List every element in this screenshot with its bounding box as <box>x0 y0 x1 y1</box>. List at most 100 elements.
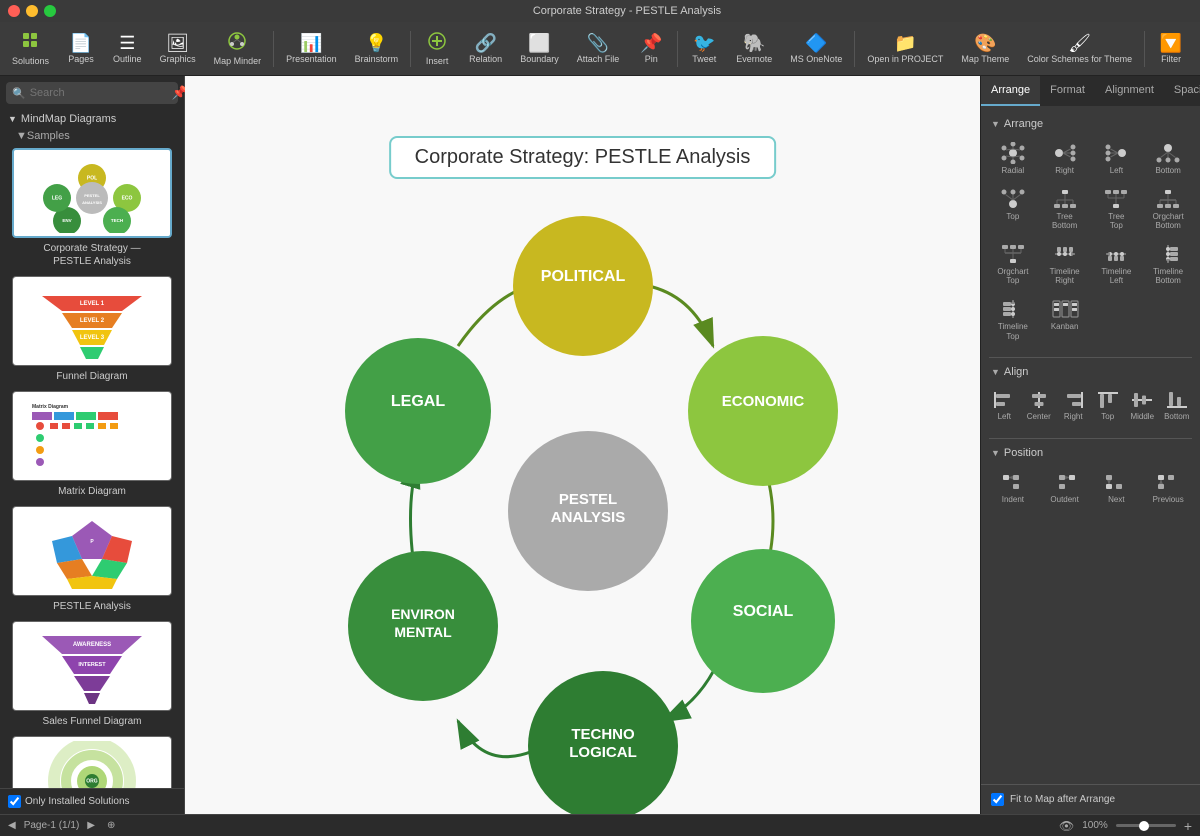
attach-file-icon: 📎 <box>587 34 609 52</box>
arrange-timeline-bottom[interactable]: TimelineBottom <box>1144 239 1192 290</box>
tool-relation[interactable]: 🔗 Relation <box>461 25 510 73</box>
position-section-header[interactable]: ▼ Position <box>981 443 1200 463</box>
tool-evernote[interactable]: 🐘 Evernote <box>728 25 780 73</box>
tab-spacing[interactable]: Spacing <box>1164 76 1200 106</box>
position-next[interactable]: Next <box>1093 467 1141 509</box>
thumb-pestle-preview: P <box>12 506 172 596</box>
arrange-left[interactable]: Left <box>1093 138 1141 180</box>
arrange-right[interactable]: Right <box>1041 138 1089 180</box>
panel-divider-1 <box>989 357 1192 358</box>
arrange-tree-top[interactable]: TreeTop <box>1093 184 1141 235</box>
sidebar-item-pestle-analysis[interactable]: P PESTLE Analysis <box>4 502 180 617</box>
tab-format[interactable]: Format <box>1040 76 1095 106</box>
statusbar: ◀ Page-1 (1/1) ▶ ⊕ 👁 100% + <box>0 814 1200 836</box>
diagram-svg: POLITICAL ECONOMIC SOCIAL TECHNO LOGICAL… <box>263 191 903 814</box>
zoom-slider[interactable] <box>1116 824 1176 827</box>
tool-pin[interactable]: 📌 Pin <box>629 25 673 73</box>
align-section: ▼ Align Left <box>981 362 1200 430</box>
page-prev-button[interactable]: ◀ <box>8 820 16 831</box>
position-indent[interactable]: Indent <box>989 467 1037 509</box>
tool-presentation[interactable]: 📊 Presentation <box>278 25 345 73</box>
arrange-tree-bottom[interactable]: TreeBottom <box>1041 184 1089 235</box>
align-bottom[interactable]: Bottom <box>1162 386 1193 426</box>
arrange-bottom-icon <box>1154 142 1182 164</box>
tool-boundary[interactable]: ⬜ Boundary <box>512 25 567 73</box>
align-left[interactable]: Left <box>989 386 1020 426</box>
sidebar-item-stakeholder-onion[interactable]: ORG Stakeholder Onion Diagram <box>4 732 180 788</box>
arrange-grid: Radial Right <box>981 134 1200 349</box>
search-input[interactable] <box>30 87 172 99</box>
page-next-button[interactable]: ▶ <box>87 820 95 831</box>
align-top[interactable]: Top <box>1093 386 1124 426</box>
previous-icon <box>1154 471 1182 493</box>
toolbar-separator-3 <box>677 31 678 67</box>
arrange-kanban[interactable]: Kanban <box>1041 294 1089 345</box>
samples-arrow-icon: ▼ <box>16 130 27 142</box>
tree-subheader-samples[interactable]: ▼ Samples <box>4 128 180 144</box>
attach-file-label: Attach File <box>577 54 620 64</box>
tool-tweet[interactable]: 🐦 Tweet <box>682 25 726 73</box>
filter-icon: 🔽 <box>1160 34 1182 52</box>
tool-color-schemes[interactable]: 🖌 Color Schemes for Theme <box>1019 25 1140 73</box>
sidebar-item-funnel-diagram[interactable]: LEVEL 1 LEVEL 2 LEVEL 3 Funnel Diagram <box>4 272 180 387</box>
only-installed-checkbox[interactable] <box>8 795 21 808</box>
tab-arrange[interactable]: Arrange <box>981 76 1040 106</box>
tool-outline[interactable]: ☰ Outline <box>105 25 150 73</box>
position-outdent[interactable]: Outdent <box>1041 467 1089 509</box>
arrange-orgchart-top[interactable]: OrgchartTop <box>989 239 1037 290</box>
titlebar: Corporate Strategy - PESTLE Analysis <box>0 0 1200 22</box>
minimize-button[interactable] <box>26 5 38 17</box>
arrange-timeline-top[interactable]: TimelineTop <box>989 294 1037 345</box>
toolbar: Solutions 📄 Pages ☰ Outline 🖼 Graphics M… <box>0 22 1200 76</box>
tool-insert[interactable]: Insert <box>415 25 459 73</box>
map-theme-label: Map Theme <box>961 54 1009 64</box>
tool-map-minder[interactable]: Map Minder <box>206 25 270 73</box>
arrange-right-label: Right <box>1055 166 1074 176</box>
arrange-timeline-left[interactable]: TimelineLeft <box>1093 239 1141 290</box>
tool-attach-file[interactable]: 📎 Attach File <box>569 25 628 73</box>
zoom-in-icon[interactable]: + <box>1184 818 1192 834</box>
solutions-label: Solutions <box>12 56 49 66</box>
close-button[interactable] <box>8 5 20 17</box>
search-bar[interactable]: 🔍 📌 <box>6 82 178 104</box>
align-right-label: Right <box>1064 412 1083 422</box>
main-area: 🔍 📌 ▼ MindMap Diagrams ▼ Samples <box>0 76 1200 814</box>
sidebar-item-matrix-diagram[interactable]: Matrix Diagram <box>4 387 180 502</box>
position-previous[interactable]: Previous <box>1144 467 1192 509</box>
tool-filter[interactable]: 🔽 Filter <box>1149 25 1193 73</box>
svg-text:LOGICAL: LOGICAL <box>569 744 637 761</box>
arrange-radial[interactable]: Radial <box>989 138 1037 180</box>
page-add-button[interactable]: ⊕ <box>107 820 115 831</box>
arrange-orgchart-bottom[interactable]: OrgchartBottom <box>1144 184 1192 235</box>
tool-solutions[interactable]: Solutions <box>4 25 57 73</box>
align-right[interactable]: Right <box>1058 386 1089 426</box>
orgchart-top-icon <box>999 243 1027 265</box>
tool-graphics[interactable]: 🖼 Graphics <box>152 25 204 73</box>
svg-text:ANALYSIS: ANALYSIS <box>82 200 102 205</box>
arrange-right-icon <box>1051 142 1079 164</box>
evernote-label: Evernote <box>736 54 772 64</box>
align-center[interactable]: Center <box>1024 386 1055 426</box>
timeline-top-icon <box>999 298 1027 320</box>
arrange-bottom[interactable]: Bottom <box>1144 138 1192 180</box>
align-section-header[interactable]: ▼ Align <box>981 362 1200 382</box>
arrange-top[interactable]: Top <box>989 184 1037 235</box>
tool-pages[interactable]: 📄 Pages <box>59 25 103 73</box>
timeline-bottom-icon <box>1154 243 1182 265</box>
tool-brainstorm[interactable]: 💡 Brainstorm <box>347 25 407 73</box>
tool-open-in-project[interactable]: 📁 Open in PROJECT <box>859 25 951 73</box>
canvas-area[interactable]: Corporate Strategy: PESTLE Analysis <box>185 76 980 814</box>
sidebar-item-corporate-strategy[interactable]: POL ECO TECH ENV LEG PESTEL ANALYSIS Cor… <box>4 144 180 272</box>
arrange-tree-bottom-label: TreeBottom <box>1052 212 1077 231</box>
maximize-button[interactable] <box>44 5 56 17</box>
sidebar-item-sales-funnel[interactable]: AWARENESS INTEREST Sales Funnel Diagram <box>4 617 180 732</box>
tab-alignment[interactable]: Alignment <box>1095 76 1164 106</box>
tool-ms-onenote[interactable]: 🔷 MS OneNote <box>782 25 850 73</box>
tree-header-mindmap[interactable]: ▼ MindMap Diagrams <box>4 110 180 128</box>
tool-map-theme[interactable]: 🎨 Map Theme <box>953 25 1017 73</box>
arrange-section-header[interactable]: ▼ Arrange <box>981 114 1200 134</box>
align-middle[interactable]: Middle <box>1127 386 1158 426</box>
tweet-icon: 🐦 <box>693 34 715 52</box>
arrange-timeline-right[interactable]: TimelineRight <box>1041 239 1089 290</box>
fit-to-map-checkbox[interactable] <box>991 793 1004 806</box>
